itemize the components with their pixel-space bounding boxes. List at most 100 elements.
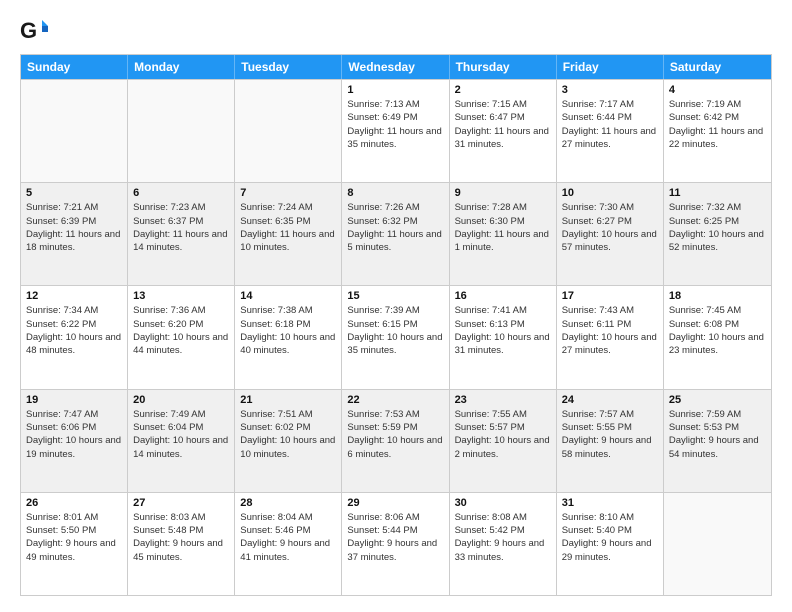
cal-cell-4-3: 29Sunrise: 8:06 AMSunset: 5:44 PMDayligh… (342, 493, 449, 595)
logo-icon: G (20, 16, 48, 44)
cal-cell-3-4: 23Sunrise: 7:55 AMSunset: 5:57 PMDayligh… (450, 390, 557, 492)
daylight-text: Daylight: 10 hours and 57 minutes. (562, 228, 658, 255)
weekday-header-thursday: Thursday (450, 55, 557, 79)
sunset-text: Sunset: 6:35 PM (240, 215, 336, 228)
sunset-text: Sunset: 5:46 PM (240, 524, 336, 537)
cal-cell-3-5: 24Sunrise: 7:57 AMSunset: 5:55 PMDayligh… (557, 390, 664, 492)
weekday-header-friday: Friday (557, 55, 664, 79)
day-number: 26 (26, 497, 122, 509)
cal-cell-0-5: 3Sunrise: 7:17 AMSunset: 6:44 PMDaylight… (557, 80, 664, 182)
day-number: 3 (562, 84, 658, 96)
sunset-text: Sunset: 5:44 PM (347, 524, 443, 537)
sunrise-text: Sunrise: 7:26 AM (347, 201, 443, 214)
cal-cell-3-0: 19Sunrise: 7:47 AMSunset: 6:06 PMDayligh… (21, 390, 128, 492)
weekday-header-tuesday: Tuesday (235, 55, 342, 79)
sunrise-text: Sunrise: 8:04 AM (240, 511, 336, 524)
cal-cell-4-5: 31Sunrise: 8:10 AMSunset: 5:40 PMDayligh… (557, 493, 664, 595)
daylight-text: Daylight: 11 hours and 22 minutes. (669, 125, 766, 152)
day-number: 5 (26, 187, 122, 199)
day-number: 12 (26, 290, 122, 302)
day-number: 9 (455, 187, 551, 199)
daylight-text: Daylight: 10 hours and 48 minutes. (26, 331, 122, 358)
cal-cell-0-1 (128, 80, 235, 182)
sunrise-text: Sunrise: 7:19 AM (669, 98, 766, 111)
sunrise-text: Sunrise: 7:15 AM (455, 98, 551, 111)
day-number: 17 (562, 290, 658, 302)
cal-row-0: 1Sunrise: 7:13 AMSunset: 6:49 PMDaylight… (21, 79, 771, 182)
sunset-text: Sunset: 6:04 PM (133, 421, 229, 434)
sunrise-text: Sunrise: 8:10 AM (562, 511, 658, 524)
sunset-text: Sunset: 6:42 PM (669, 111, 766, 124)
daylight-text: Daylight: 9 hours and 33 minutes. (455, 537, 551, 564)
day-number: 15 (347, 290, 443, 302)
sunrise-text: Sunrise: 7:53 AM (347, 408, 443, 421)
day-number: 18 (669, 290, 766, 302)
cal-cell-2-0: 12Sunrise: 7:34 AMSunset: 6:22 PMDayligh… (21, 286, 128, 388)
cal-cell-2-3: 15Sunrise: 7:39 AMSunset: 6:15 PMDayligh… (342, 286, 449, 388)
cal-row-1: 5Sunrise: 7:21 AMSunset: 6:39 PMDaylight… (21, 182, 771, 285)
day-number: 13 (133, 290, 229, 302)
day-number: 21 (240, 394, 336, 406)
daylight-text: Daylight: 11 hours and 18 minutes. (26, 228, 122, 255)
cal-cell-0-4: 2 Sunrise: 7:15 AMSunset: 6:47 PMDaylight… (450, 80, 557, 182)
cal-cell-1-1: 6Sunrise: 7:23 AMSunset: 6:37 PMDaylight… (128, 183, 235, 285)
sunrise-text: Sunrise: 7:17 AM (562, 98, 658, 111)
sunset-text: Sunset: 6:47 PM (455, 111, 551, 124)
sunset-text: Sunset: 5:53 PM (669, 421, 766, 434)
cal-cell-3-3: 22 Sunrise: 7:53 AMSunset: 5:59 PMDayligh… (342, 390, 449, 492)
daylight-text: Daylight: 9 hours and 54 minutes. (669, 434, 766, 461)
sunrise-text: Sunrise: 8:03 AM (133, 511, 229, 524)
cal-cell-0-3: 1Sunrise: 7:13 AMSunset: 6:49 PMDaylight… (342, 80, 449, 182)
daylight-text: Daylight: 11 hours and 14 minutes. (133, 228, 229, 255)
calendar: SundayMondayTuesdayWednesdayThursdayFrid… (20, 54, 772, 596)
sunset-text: Sunset: 5:50 PM (26, 524, 122, 537)
daylight-text: Daylight: 11 hours and 31 minutes. (455, 125, 551, 152)
sunrise-text: Sunrise: 7:49 AM (133, 408, 229, 421)
sunrise-text: Sunrise: 8:08 AM (455, 511, 551, 524)
sunrise-text: Sunrise: 7:38 AM (240, 304, 336, 317)
daylight-text: Daylight: 10 hours and 14 minutes. (133, 434, 229, 461)
daylight-text: Daylight: 11 hours and 10 minutes. (240, 228, 336, 255)
sunrise-text: Sunrise: 7:24 AM (240, 201, 336, 214)
cal-cell-1-5: 10Sunrise: 7:30 AMSunset: 6:27 PMDayligh… (557, 183, 664, 285)
day-number: 23 (455, 394, 551, 406)
sunset-text: Sunset: 5:59 PM (347, 421, 443, 434)
daylight-text: Daylight: 9 hours and 29 minutes. (562, 537, 658, 564)
daylight-text: Daylight: 9 hours and 49 minutes. (26, 537, 122, 564)
sunset-text: Sunset: 6:32 PM (347, 215, 443, 228)
weekday-header-monday: Monday (128, 55, 235, 79)
day-number: 28 (240, 497, 336, 509)
day-number: 22 (347, 394, 443, 406)
day-number: 27 (133, 497, 229, 509)
weekday-header-sunday: Sunday (21, 55, 128, 79)
page-header: G (20, 16, 772, 44)
sunset-text: Sunset: 6:20 PM (133, 318, 229, 331)
sunrise-text: Sunrise: 7:34 AM (26, 304, 122, 317)
daylight-text: Daylight: 9 hours and 41 minutes. (240, 537, 336, 564)
daylight-text: Daylight: 10 hours and 35 minutes. (347, 331, 443, 358)
daylight-text: Daylight: 10 hours and 40 minutes. (240, 331, 336, 358)
day-number: 8 (347, 187, 443, 199)
sunrise-text: Sunrise: 7:39 AM (347, 304, 443, 317)
cal-cell-2-5: 17Sunrise: 7:43 AMSunset: 6:11 PMDayligh… (557, 286, 664, 388)
cal-cell-0-6: 4Sunrise: 7:19 AMSunset: 6:42 PMDaylight… (664, 80, 771, 182)
sunrise-text: Sunrise: 7:21 AM (26, 201, 122, 214)
sunrise-text: Sunrise: 7:13 AM (347, 98, 443, 111)
sunset-text: Sunset: 5:42 PM (455, 524, 551, 537)
sunrise-text: Sunrise: 7:28 AM (455, 201, 551, 214)
day-number: 16 (455, 290, 551, 302)
daylight-text: Daylight: 11 hours and 5 minutes. (347, 228, 443, 255)
sunset-text: Sunset: 5:55 PM (562, 421, 658, 434)
daylight-text: Daylight: 10 hours and 6 minutes. (347, 434, 443, 461)
calendar-body: 1Sunrise: 7:13 AMSunset: 6:49 PMDaylight… (21, 79, 771, 595)
sunset-text: Sunset: 6:08 PM (669, 318, 766, 331)
day-number: 10 (562, 187, 658, 199)
sunset-text: Sunset: 6:25 PM (669, 215, 766, 228)
sunset-text: Sunset: 6:18 PM (240, 318, 336, 331)
daylight-text: Daylight: 10 hours and 31 minutes. (455, 331, 551, 358)
sunset-text: Sunset: 6:37 PM (133, 215, 229, 228)
sunset-text: Sunset: 5:57 PM (455, 421, 551, 434)
cal-cell-1-4: 9Sunrise: 7:28 AMSunset: 6:30 PMDaylight… (450, 183, 557, 285)
day-number: 2 (455, 84, 551, 96)
sunset-text: Sunset: 6:44 PM (562, 111, 658, 124)
